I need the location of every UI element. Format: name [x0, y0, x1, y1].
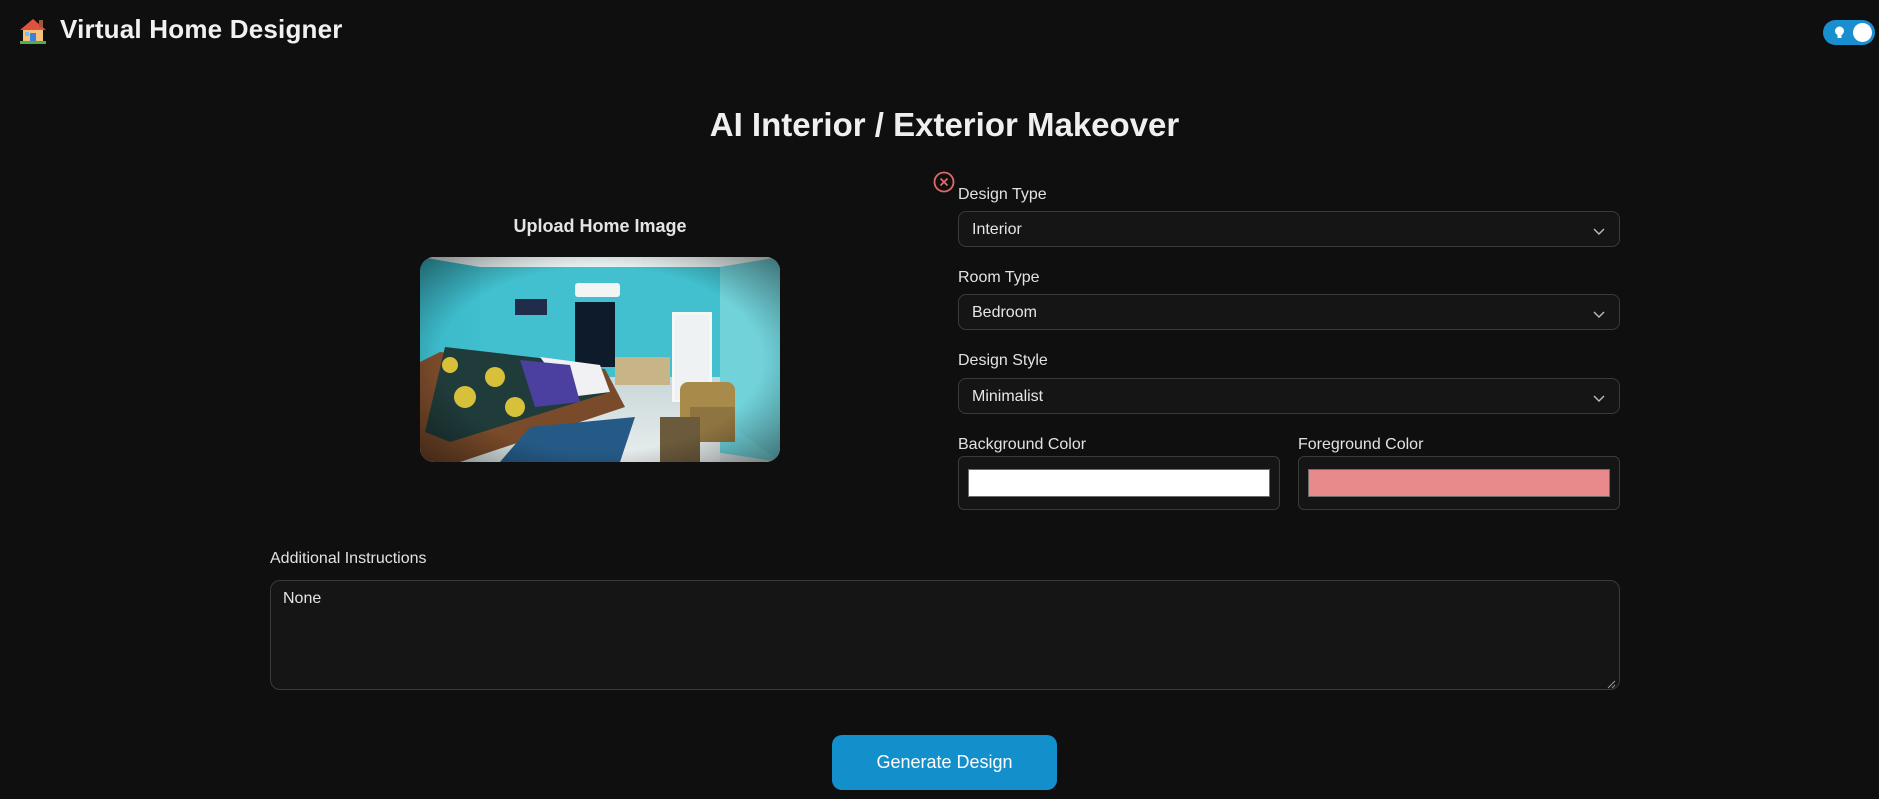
brand[interactable]: Virtual Home Designer: [18, 14, 343, 45]
design-style-select[interactable]: Minimalist: [958, 378, 1620, 414]
chevron-down-icon: [1593, 307, 1605, 318]
foreground-color-swatch: [1308, 469, 1610, 497]
chevron-down-icon: [1593, 391, 1605, 402]
app-root: Virtual Home Designer AI Interior / Exte…: [0, 0, 1879, 799]
close-circle-icon: [933, 171, 955, 193]
chevron-down-icon: [1593, 224, 1605, 235]
design-type-select[interactable]: Interior: [958, 211, 1620, 247]
additional-instructions-value: None: [283, 590, 322, 607]
top-bar: Virtual Home Designer: [0, 0, 1879, 64]
generate-design-button[interactable]: Generate Design: [832, 735, 1057, 790]
foreground-color-label: Foreground Color: [1298, 436, 1424, 453]
background-color-label: Background Color: [958, 436, 1087, 453]
foreground-color-picker[interactable]: [1298, 456, 1620, 510]
room-type-value: Bedroom: [972, 304, 1037, 321]
bedroom-photo: [420, 257, 780, 462]
design-type-label: Design Type: [958, 186, 1047, 203]
lightbulb-icon: [1832, 25, 1847, 40]
room-type-select[interactable]: Bedroom: [958, 294, 1620, 330]
page-title: AI Interior / Exterior Makeover: [709, 106, 1180, 143]
toggle-knob: [1853, 23, 1872, 42]
app-title: Virtual Home Designer: [60, 14, 343, 44]
design-style-label: Design Style: [958, 352, 1048, 369]
room-type-label: Room Type: [958, 269, 1040, 286]
additional-instructions-label: Additional Instructions: [270, 550, 427, 567]
design-type-value: Interior: [972, 221, 1022, 238]
design-style-value: Minimalist: [972, 388, 1044, 405]
uploaded-image-preview[interactable]: [420, 257, 780, 462]
house-icon: [18, 16, 48, 44]
background-color-picker[interactable]: [958, 456, 1280, 510]
theme-toggle[interactable]: [1823, 20, 1875, 45]
additional-instructions-textarea[interactable]: None: [270, 580, 1620, 690]
background-color-swatch: [968, 469, 1270, 497]
resize-handle-icon[interactable]: [1606, 676, 1616, 689]
remove-image-button[interactable]: [933, 171, 955, 193]
upload-label: Upload Home Image: [513, 216, 687, 236]
